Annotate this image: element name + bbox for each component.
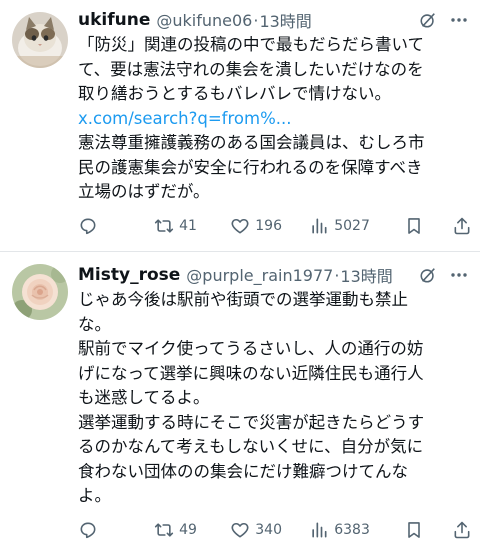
view-count: 5027 [334,218,370,234]
avatar[interactable] [12,12,68,68]
views-button[interactable]: 5027 [309,216,404,236]
timestamp[interactable]: 13時間 [259,8,311,32]
text-line: 取り繕おうとするもバレバレで情けない。 [78,84,392,103]
share-icon [454,217,470,235]
cat-avatar-image [12,12,68,68]
views-button[interactable]: 6383 [309,520,404,540]
tweet-header: ukifune @ukifune06 · 13時間 [78,8,470,32]
bookmark-button[interactable] [404,216,452,236]
like-button[interactable]: 196 [230,216,309,236]
grok-icon[interactable] [418,10,438,30]
reply-icon [80,218,96,235]
text-line: 駅前でマイク使ってうるさいし、人の通行の妨 [78,339,424,358]
text-line: よ。 [78,486,111,505]
text-line: 憲法尊重擁護義務のある国会議員は、むしろ市 [78,133,425,152]
separator-dot: · [253,10,259,30]
text-line: 食わない団体のの集会にだけ難癖つけてんな [78,461,408,481]
retweet-icon [155,219,174,233]
like-button[interactable]: 340 [230,520,309,540]
heart-icon [231,522,249,538]
text-line: じゃあ今後は駅前や街頭での選挙運動も禁止 [78,290,408,309]
timestamp[interactable]: 13時間 [340,263,392,287]
retweet-button[interactable]: 41 [154,216,230,236]
text-line: な。 [78,314,111,334]
like-count: 340 [255,522,282,538]
tweet-link[interactable]: x.com/search?q=from%... [78,107,476,132]
avatar[interactable] [12,264,68,320]
views-icon [312,522,327,538]
view-count: 6383 [334,522,370,538]
retweet-count: 49 [179,522,197,538]
retweet-button[interactable]: 49 [154,520,230,540]
bookmark-icon [408,522,421,538]
reply-icon [80,522,96,539]
share-icon [454,521,470,539]
text-line: 立場のはずだが。 [78,182,210,201]
display-name[interactable]: ukifune [78,10,150,30]
heart-icon [231,218,249,234]
display-name[interactable]: Misty_rose [78,265,180,285]
more-icon[interactable] [448,10,470,30]
like-count: 196 [255,218,282,234]
views-icon [312,218,327,234]
text-line: げになって選挙に興味のない近隣住民も通行人 [78,363,424,383]
text-line: 選挙運動する時にそこで災害が起きたらどうす [78,412,425,432]
share-button[interactable] [452,520,472,540]
tweet-text: 「防災」関連の投稿の中で最もだらだら書いて て、要は憲法守れの集会を潰したいだけ… [78,33,476,205]
more-icon[interactable] [448,265,470,285]
retweet-icon [155,523,174,537]
bookmark-icon [408,218,421,234]
grok-icon[interactable] [418,265,438,285]
separator-dot: · [334,265,340,285]
handle[interactable]: @ukifune06 [156,11,252,30]
tweet-text: じゃあ今後は駅前や街頭での選挙運動も禁止 な。 駅前でマイク使ってうるさいし、人… [78,288,476,509]
retweet-count: 41 [179,218,197,234]
rose-avatar-image [12,264,68,320]
handle[interactable]: @purple_rain1977 [186,266,333,285]
text-line: 「防災」関連の投稿の中で最もだらだら書いて [78,35,425,54]
reply-button[interactable] [78,216,154,236]
text-line: て、要は憲法守れの集会を潰したいだけなのを [78,59,424,79]
text-line: も迷惑してるよ。 [78,388,210,407]
bookmark-button[interactable] [404,520,452,540]
tweet-1[interactable]: ukifune @ukifune06 · 13時間 「防災」関連の投稿の中で最も… [0,0,480,252]
reply-button[interactable] [78,520,154,540]
action-bar: 41 196 5027 [78,214,472,238]
action-bar: 49 340 6383 [78,518,472,542]
text-line: 民の護憲集会が安全に行われるのを保障すべき [78,157,423,177]
text-line: るのかなんて考えもしないくせに、自分が気に [78,437,424,456]
tweet-header: Misty_rose @purple_rain1977 · 13時間 [78,263,470,287]
share-button[interactable] [452,216,472,236]
